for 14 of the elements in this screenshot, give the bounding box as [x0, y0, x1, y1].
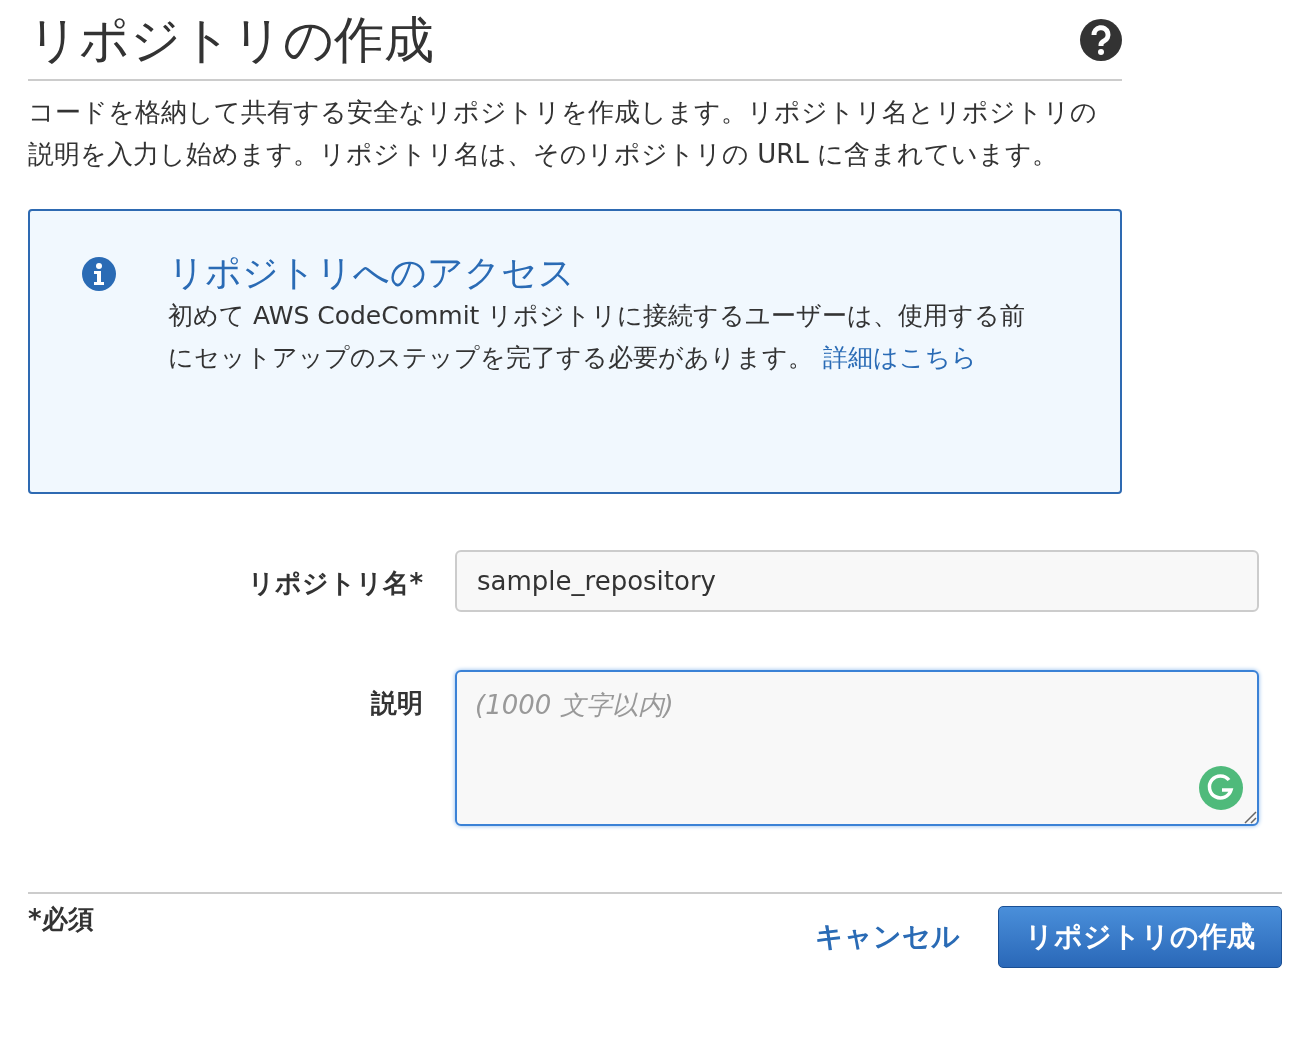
required-note: *必須	[28, 903, 94, 936]
info-text: 初めて AWS CodeCommit リポジトリに接続するユーザーは、使用する前にセットアップのステップを完了する必要があります。 詳細はこちら	[168, 300, 1027, 374]
textarea-field[interactable]: (1000 文字以内)	[455, 670, 1259, 826]
info-icon	[82, 257, 116, 291]
cancel-link[interactable]: キャンセル	[815, 918, 960, 956]
create-button[interactable]: リポジトリの作成	[998, 906, 1282, 968]
intro-text: コードを格納して共有する安全なリポジトリを作成します。リポジトリ名とリポジトリの説明を入力し始めます。リポジトリ名は、そのリポジトリの URL に含まれています。	[28, 96, 1098, 171]
page-title: リポジトリの作成	[28, 14, 434, 65]
help-icon[interactable]	[1080, 18, 1122, 61]
learn-more-link[interactable]: 詳細はこちら	[823, 343, 977, 372]
input-field[interactable]: sample_repository	[455, 550, 1259, 612]
field-label: リポジトリ名*	[247, 567, 423, 600]
info-heading: リポジトリへのアクセス	[168, 251, 576, 295]
field-label: 説明	[370, 687, 423, 720]
